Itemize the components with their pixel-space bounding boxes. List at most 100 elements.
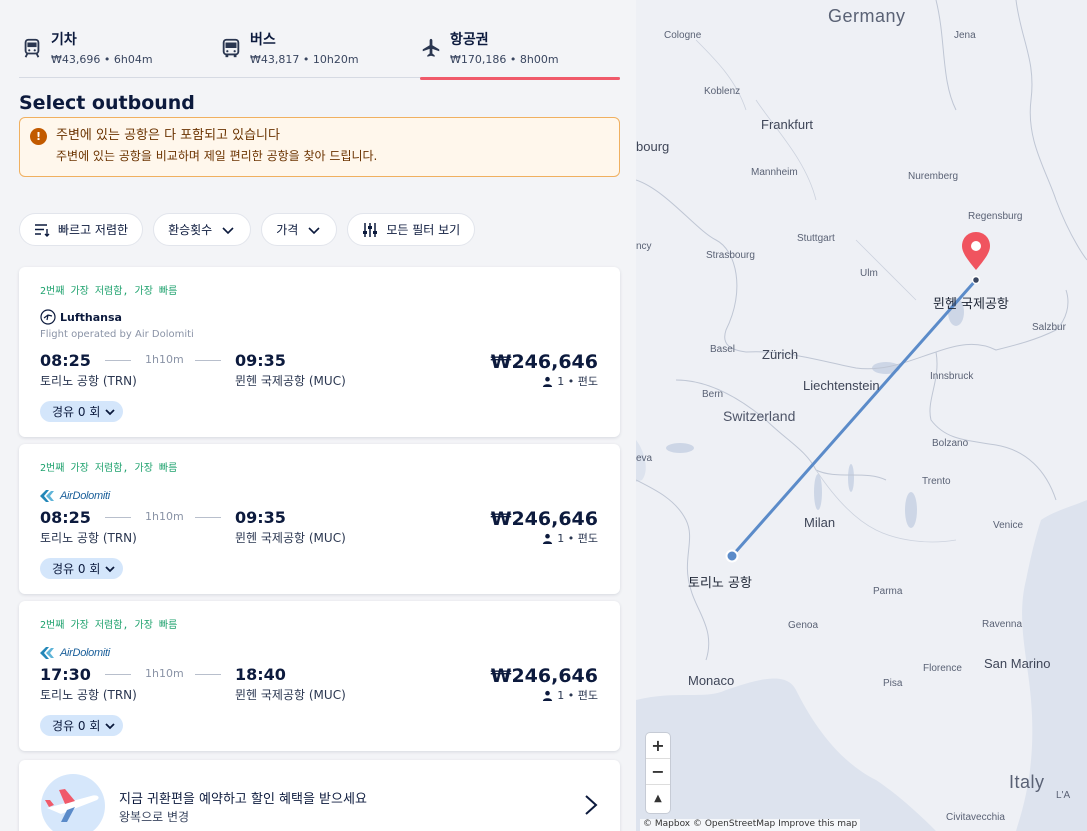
airline-logo: AirDolomiti: [40, 645, 110, 661]
flight-result-card[interactable]: 2번째 가장 저렴함, 가장 빠름 AirDolomiti 17:30 1h10…: [19, 601, 620, 751]
map-attribution[interactable]: © Mapbox © OpenStreetMap Improve this ma…: [640, 819, 861, 831]
flight-result-card[interactable]: 2번째 가장 저렴함, 가장 빠름 AirDolomiti 08:25 1h10…: [19, 444, 620, 594]
departure-time: 17:30: [40, 665, 91, 684]
notice-title: 주변에 있는 공항은 다 포함되고 있습니다: [56, 128, 280, 143]
zoom-in-button[interactable]: +: [646, 733, 670, 759]
tab-train-label: 기차: [51, 32, 77, 48]
return-trip-promo[interactable]: 지금 귀환편을 예약하고 할인 혜택을 받으세요 왕복으로 변경: [19, 760, 620, 831]
map-label-la: L'A: [1056, 790, 1071, 801]
airline-name: AirDolomiti: [60, 647, 110, 659]
results-panel: 기차 ₩43,696 • 6h04m 버스 ₩43,817 • 10h20m 항…: [0, 0, 636, 831]
bus-icon: [220, 37, 242, 59]
sort-icon: [35, 223, 50, 237]
tab-flight[interactable]: 항공권 ₩170,186 • 8h00m: [420, 28, 620, 80]
map-label-ravenna: Ravenna: [982, 619, 1023, 630]
passenger-count: 1 • 편도: [557, 532, 598, 545]
airplane-illustration: [41, 774, 105, 831]
passenger-count: 1 • 편도: [557, 689, 598, 702]
map-label-frankfurt: Frankfurt: [761, 117, 814, 132]
map-label-bolzano: Bolzano: [932, 438, 969, 449]
sort-fast-cheap-button[interactable]: 빠르고 저렴한: [19, 213, 144, 246]
map-label-trento: Trento: [922, 476, 951, 487]
flight-duration: 1h10m: [145, 667, 184, 680]
map-base: [636, 0, 1087, 831]
map-label-switzerland: Switzerland: [723, 408, 796, 424]
destination-dot: [971, 275, 981, 285]
tab-train-summary: ₩43,696 • 6h04m: [51, 53, 153, 66]
arrival-airport: 뮌헨 국제공항 (MUC): [235, 374, 346, 388]
map-label-ncy: ncy: [636, 241, 652, 252]
map-label-germany: Germany: [828, 6, 906, 26]
map-label-cologne: Cologne: [664, 30, 702, 41]
stops-label: 경유 0 회: [52, 719, 101, 733]
arrival-time: 18:40: [235, 665, 286, 684]
chevron-down-icon: [105, 408, 116, 415]
map-label-florence: Florence: [923, 663, 962, 674]
person-icon: [543, 533, 553, 544]
chevron-down-icon: [105, 565, 116, 572]
timeline-divider: [105, 360, 131, 361]
flight-result-card[interactable]: 2번째 가장 저렴함, 가장 빠름 Lufthansa Flight opera…: [19, 267, 620, 437]
map-label-regensburg: Regensburg: [968, 211, 1023, 222]
flight-duration: 1h10m: [145, 510, 184, 523]
map-label-liechtenstein: Liechtenstein: [803, 378, 880, 393]
all-filters-button[interactable]: 모든 필터 보기: [347, 213, 476, 246]
result-tag: 2번째 가장 저렴함, 가장 빠름: [40, 620, 178, 631]
chevron-down-icon: [308, 226, 320, 234]
map-label-zurich: Zürich: [762, 347, 799, 362]
map-label-salzburg: Salzbur: [1032, 322, 1066, 333]
result-tag: 2번째 가장 저렴함, 가장 빠름: [40, 286, 178, 297]
timeline-divider: [105, 674, 131, 675]
promo-title: 지금 귀환편을 예약하고 할인 혜택을 받으세요: [119, 792, 367, 807]
stops-toggle[interactable]: 경유 0 회: [40, 715, 124, 736]
stops-filter-dropdown[interactable]: 환승횟수: [153, 213, 252, 246]
zoom-out-button[interactable]: −: [646, 759, 670, 785]
price-filter-dropdown[interactable]: 가격: [261, 213, 338, 246]
chevron-down-icon: [105, 722, 116, 729]
passenger-count: 1 • 편도: [557, 375, 598, 388]
stops-toggle[interactable]: 경유 0 회: [40, 558, 124, 579]
passenger-info: 1 • 편도: [542, 530, 598, 546]
tab-train[interactable]: 기차 ₩43,696 • 6h04m: [21, 28, 153, 78]
all-filters-label: 모든 필터 보기: [386, 223, 461, 237]
airline-name: Lufthansa: [60, 310, 122, 324]
air-dolomiti-logo-icon: [40, 647, 54, 659]
arrival-time: 09:35: [235, 508, 286, 527]
operated-by: Flight operated by Air Dolomiti: [40, 329, 194, 340]
compass-button[interactable]: ▲: [646, 785, 670, 811]
tab-bus[interactable]: 버스 ₩43,817 • 10h20m: [220, 28, 359, 78]
origin-marker: [725, 549, 739, 563]
departure-airport: 토리노 공항 (TRN): [40, 374, 137, 388]
airline-logo: AirDolomiti: [40, 488, 110, 504]
departure-time: 08:25: [40, 508, 91, 527]
passenger-info: 1 • 편도: [542, 373, 598, 389]
map-label-destination: 뮌헨 국제공항: [933, 297, 1009, 312]
map-label-parma: Parma: [873, 586, 903, 597]
map-label-stuttgart: Stuttgart: [797, 233, 835, 244]
timeline-divider: [195, 674, 221, 675]
plane-icon: [420, 37, 442, 59]
map-label-civitavecchia: Civitavecchia: [946, 812, 1005, 823]
transport-mode-tabs: 기차 ₩43,696 • 6h04m 버스 ₩43,817 • 10h20m 항…: [19, 28, 620, 80]
route-map[interactable]: Germany Cologne Jena Koblenz Frankfurt b…: [636, 0, 1087, 831]
chevron-down-icon: [222, 226, 234, 234]
arrival-airport: 뮌헨 국제공항 (MUC): [235, 688, 346, 702]
map-label-nuremberg: Nuremberg: [908, 171, 959, 182]
map-label-strasbourg: Strasbourg: [706, 250, 755, 261]
map-label-genoa: Genoa: [788, 620, 819, 631]
flight-duration: 1h10m: [145, 353, 184, 366]
notice-description: 주변에 있는 공항을 비교하며 제일 편리한 공항을 찾아 드립니다.: [56, 149, 378, 163]
train-icon: [21, 37, 43, 59]
air-dolomiti-logo-icon: [40, 490, 54, 502]
map-label-monaco: Monaco: [688, 673, 735, 688]
destination-pin-icon: [962, 232, 990, 270]
passenger-info: 1 • 편도: [542, 687, 598, 703]
page-title: Select outbound: [19, 92, 195, 114]
stops-toggle[interactable]: 경유 0 회: [40, 401, 124, 422]
map-label-venice: Venice: [993, 520, 1024, 531]
person-icon: [543, 690, 553, 701]
stops-filter-label: 환승횟수: [168, 223, 213, 237]
map-label-italy: Italy: [1009, 772, 1045, 792]
map-label-milan: Milan: [804, 515, 836, 530]
map-zoom-controls: + − ▲: [646, 733, 670, 813]
